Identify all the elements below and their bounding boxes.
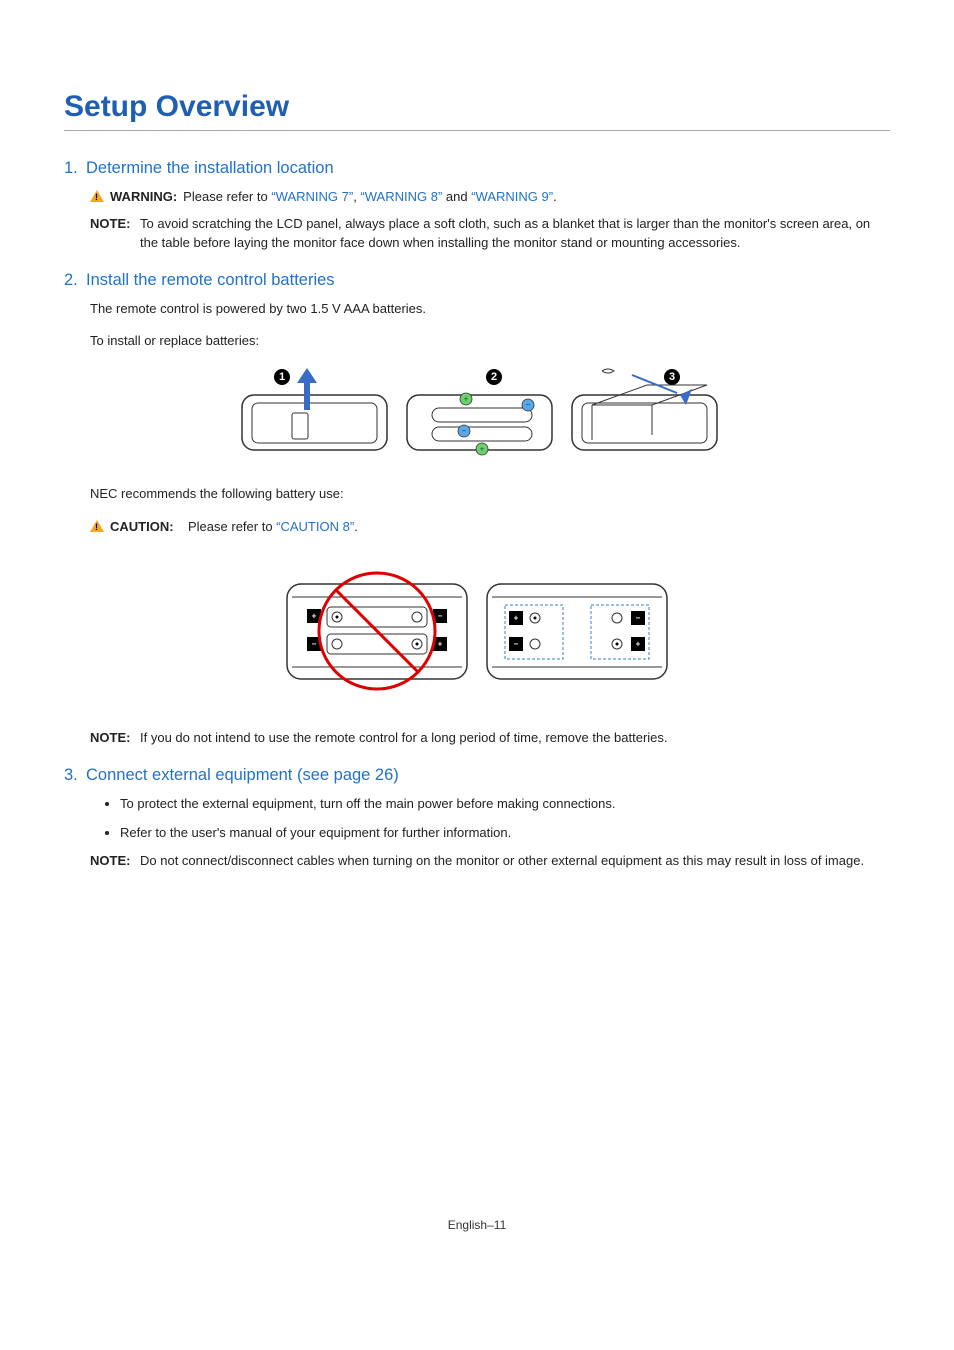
svg-text:3: 3 — [669, 371, 675, 383]
section-1-title: Determine the installation location — [86, 159, 334, 178]
battery-install-diagram: 1 2 + − + − 3 — [64, 365, 890, 465]
caution-text: Please refer to “CAUTION 8”. — [188, 518, 358, 537]
warning-7-link[interactable]: “WARNING 7” — [271, 189, 353, 204]
battery-polarity-diagram: + − − + + − − — [64, 549, 890, 709]
section-1-warning: WARNING: Please refer to “WARNING 7”, “W… — [90, 188, 890, 207]
section-2-p1: The remote control is powered by two 1.5… — [90, 300, 890, 319]
section-1-number: 1. — [64, 159, 86, 178]
section-3-title: Connect external equipment (see page 26) — [86, 766, 399, 785]
warning-label: WARNING: — [110, 188, 177, 207]
section-3-note: NOTE: Do not connect/disconnect cables w… — [90, 852, 890, 871]
svg-text:−: − — [514, 639, 519, 648]
section-3-heading: 3. Connect external equipment (see page … — [64, 766, 890, 785]
svg-text:+: + — [464, 395, 469, 404]
note-label: NOTE: — [90, 215, 140, 234]
caution-8-link[interactable]: “CAUTION 8” — [276, 519, 354, 534]
note-label-3: NOTE: — [90, 852, 140, 871]
caution-icon — [90, 520, 104, 532]
svg-text:−: − — [526, 401, 531, 410]
section-3-b2: Refer to the user's manual of your equip… — [120, 824, 890, 843]
page-footer: English–11 — [0, 1218, 954, 1232]
note-text-2: If you do not intend to use the remote c… — [140, 729, 668, 748]
section-3-bullets: To protect the external equipment, turn … — [102, 795, 890, 843]
warning-text: Please refer to “WARNING 7”, “WARNING 8”… — [183, 188, 557, 207]
note-text-3: Do not connect/disconnect cables when tu… — [140, 852, 864, 871]
caution-label: CAUTION: — [110, 518, 188, 537]
svg-text:−: − — [438, 611, 443, 620]
svg-text:1: 1 — [279, 371, 285, 383]
warning-8-link[interactable]: “WARNING 8” — [360, 189, 442, 204]
svg-text:+: + — [312, 611, 317, 620]
warning-icon — [90, 190, 104, 202]
section-1-note: NOTE: To avoid scratching the LCD panel,… — [90, 215, 890, 253]
note-text: To avoid scratching the LCD panel, alway… — [140, 215, 890, 253]
section-3-number: 3. — [64, 766, 86, 785]
warning-9-link[interactable]: “WARNING 9” — [471, 189, 553, 204]
note-label-2: NOTE: — [90, 729, 140, 748]
svg-text:−: − — [636, 613, 641, 622]
svg-text:+: + — [438, 639, 443, 648]
svg-text:+: + — [636, 639, 641, 648]
svg-text:2: 2 — [491, 371, 497, 383]
svg-text:+: + — [514, 613, 519, 622]
section-2-p2: To install or replace batteries: — [90, 332, 890, 351]
section-2-caution: CAUTION: Please refer to “CAUTION 8”. — [90, 518, 890, 537]
page-title: Setup Overview — [64, 90, 890, 131]
section-2-title: Install the remote control batteries — [86, 271, 335, 290]
section-1-heading: 1. Determine the installation location — [64, 159, 890, 178]
svg-text:−: − — [462, 427, 467, 436]
section-2-heading: 2. Install the remote control batteries — [64, 271, 890, 290]
section-2-number: 2. — [64, 271, 86, 290]
svg-text:−: − — [312, 639, 317, 648]
svg-text:+: + — [480, 445, 485, 454]
section-2-rec: NEC recommends the following battery use… — [90, 485, 890, 504]
section-3-b1: To protect the external equipment, turn … — [120, 795, 890, 814]
section-2-note: NOTE: If you do not intend to use the re… — [90, 729, 890, 748]
